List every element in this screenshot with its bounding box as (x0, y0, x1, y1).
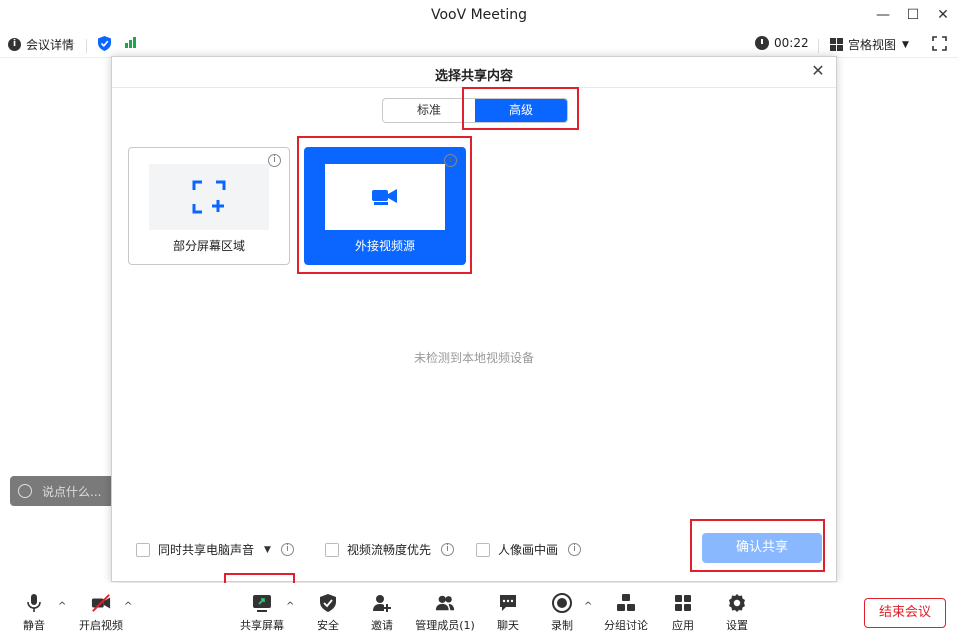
divider (818, 39, 819, 53)
toolbar-label: 分组讨论 (604, 619, 648, 632)
maximize-button[interactable]: ☐ (900, 4, 926, 26)
window-title: VooV Meeting (430, 7, 528, 23)
settings-button[interactable]: 设置 (709, 593, 765, 633)
confirm-share-button[interactable]: 确认共享 (702, 533, 822, 563)
fullscreen-icon (932, 36, 947, 51)
members-icon (435, 595, 455, 611)
emoji-icon[interactable] (18, 484, 32, 498)
tab-standard[interactable]: 标准 (383, 99, 475, 122)
timer-value: 00:22 (774, 36, 809, 50)
external-video-source-card[interactable]: i 外接视频源 (304, 147, 466, 265)
chevron-down-icon[interactable]: ▼ (264, 545, 271, 555)
info-icon[interactable]: i (568, 543, 582, 556)
divider (86, 39, 87, 53)
chevron-up-icon[interactable]: ^ (286, 601, 294, 612)
empty-state-message: 未检测到本地视频设备 (413, 351, 534, 365)
dialog-title: 选择共享内容 (434, 69, 513, 84)
checkbox[interactable] (136, 542, 150, 557)
shield-icon (320, 594, 336, 612)
record-icon (552, 593, 572, 613)
chat-input[interactable]: 说点什么... (10, 476, 120, 506)
share-screen-button[interactable]: 共享屏幕 (234, 593, 290, 633)
chat-icon (500, 595, 516, 611)
toolbar-label: 共享屏幕 (240, 619, 284, 632)
microphone-icon (27, 594, 41, 612)
option-label: 人像画中画 (498, 543, 559, 557)
fullscreen-button[interactable] (932, 36, 947, 51)
security-status[interactable] (98, 36, 111, 51)
invite-button[interactable]: 邀请 (354, 593, 410, 633)
view-mode-dropdown[interactable]: 宫格视图 ▼ (830, 36, 909, 53)
meeting-info-bar: i 会议详情 00:22 宫格视图 ▼ (0, 31, 958, 58)
checkbox[interactable] (325, 542, 339, 557)
info-icon[interactable]: i (268, 154, 281, 167)
meeting-timer: 00:22 (755, 36, 809, 50)
security-button[interactable]: 安全 (300, 593, 356, 633)
record-button[interactable]: 录制 (534, 593, 590, 633)
breakout-rooms-button[interactable]: 分组讨论 (598, 593, 654, 633)
video-smoothness-option[interactable]: 视频流畅度优先 i (325, 541, 455, 558)
add-user-icon (373, 595, 391, 612)
close-window-button[interactable]: ✕ (930, 4, 956, 26)
apps-icon (675, 595, 691, 611)
toolbar-label: 管理成员(1) (415, 619, 475, 632)
info-icon: i (8, 38, 21, 51)
meeting-toolbar: 静音 ^ 开启视频 ^ 共享屏幕 ^ 安全 邀请 管理成员(1) 聊天 录制 ^… (0, 583, 958, 637)
end-meeting-button[interactable]: 结束会议 (864, 598, 946, 628)
card-label: 部分屏幕区域 (172, 239, 245, 253)
apps-button[interactable]: 应用 (655, 593, 711, 633)
share-content-dialog: 选择共享内容 ✕ 标准 高级 i 部分屏幕区域 i 外接视频源 未检测到本地视频… (111, 56, 837, 582)
partial-screen-card[interactable]: i 部分屏幕区域 (128, 147, 290, 265)
video-camera-icon (372, 189, 397, 205)
checkbox[interactable] (476, 542, 490, 557)
title-bar: VooV Meeting — ☐ ✕ (0, 0, 958, 31)
screen-region-icon (192, 180, 226, 214)
info-icon[interactable]: i (444, 154, 457, 167)
chat-placeholder: 说点什么... (42, 484, 102, 499)
chevron-up-icon[interactable]: ^ (124, 601, 132, 612)
toolbar-label: 邀请 (371, 619, 393, 632)
mute-button[interactable]: 静音 (6, 593, 62, 633)
gear-icon (729, 594, 745, 612)
toolbar-label: 设置 (726, 619, 748, 632)
picture-in-picture-option[interactable]: 人像画中画 i (476, 541, 582, 558)
chevron-down-icon: ▼ (902, 39, 909, 50)
toolbar-label: 应用 (672, 619, 694, 632)
share-mode-tabs: 标准 高级 (382, 98, 568, 123)
card-label: 外接视频源 (354, 239, 415, 253)
tab-advanced[interactable]: 高级 (475, 99, 567, 122)
share-computer-audio-option[interactable]: 同时共享电脑声音 ▼ i (136, 541, 294, 558)
breakout-rooms-icon (617, 594, 635, 611)
toolbar-label: 录制 (551, 619, 573, 632)
option-label: 同时共享电脑声音 (158, 543, 255, 557)
toolbar-label: 聊天 (497, 619, 519, 632)
network-signal[interactable] (125, 36, 136, 48)
card-thumbnail (149, 164, 269, 230)
toolbar-label: 静音 (23, 619, 45, 632)
info-icon[interactable]: i (441, 543, 455, 556)
card-thumbnail (325, 164, 445, 230)
view-mode-label: 宫格视图 (848, 38, 897, 52)
option-label: 视频流畅度优先 (347, 543, 432, 557)
clock-icon (755, 36, 769, 50)
chevron-up-icon[interactable]: ^ (58, 601, 66, 612)
grid-view-icon (830, 38, 843, 51)
share-screen-icon (253, 595, 271, 612)
toolbar-label: 开启视频 (79, 619, 123, 632)
shield-check-icon (98, 36, 111, 51)
minimize-button[interactable]: — (870, 4, 896, 26)
close-dialog-button[interactable]: ✕ (808, 61, 828, 81)
start-video-button[interactable]: 开启视频 (73, 593, 129, 633)
dialog-header: 选择共享内容 ✕ (112, 57, 836, 88)
meeting-details-button[interactable]: i 会议详情 (8, 36, 74, 53)
chat-button[interactable]: 聊天 (480, 593, 536, 633)
manage-members-button[interactable]: 管理成员(1) (410, 593, 480, 633)
meeting-details-label: 会议详情 (26, 38, 75, 52)
signal-icon (125, 36, 136, 48)
video-off-icon (91, 594, 111, 612)
info-icon[interactable]: i (280, 543, 294, 556)
toolbar-label: 安全 (317, 619, 339, 632)
chevron-up-icon[interactable]: ^ (584, 601, 592, 612)
